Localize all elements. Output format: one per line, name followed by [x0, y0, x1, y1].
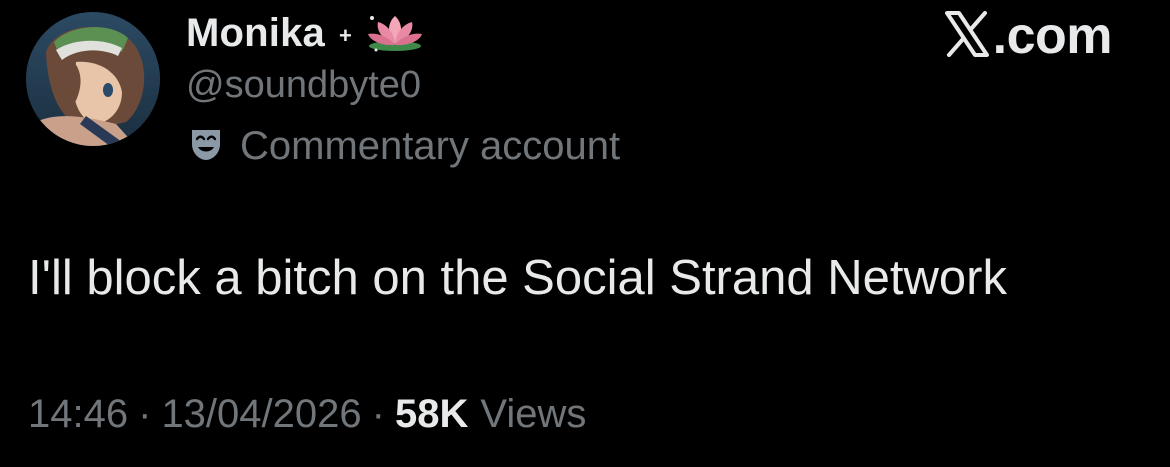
- avatar-image: [26, 12, 160, 146]
- views-label: Views: [480, 392, 587, 436]
- lotus-icon: [364, 12, 426, 57]
- account-label: Commentary account: [188, 124, 620, 169]
- tweet-meta: 14:46 · 13/04/2026 · 58K Views: [28, 392, 586, 437]
- tweet-text: I'll block a bitch on the Social Strand …: [28, 251, 1007, 305]
- author-name-row: Monika +: [186, 10, 426, 56]
- display-name[interactable]: Monika: [186, 11, 325, 56]
- tweet-date[interactable]: 13/04/2026: [161, 392, 361, 437]
- x-logo-icon: [944, 10, 989, 62]
- separator: ·: [371, 392, 385, 436]
- tweet-time[interactable]: 14:46: [28, 392, 128, 437]
- views-count[interactable]: 58K: [395, 392, 468, 437]
- user-handle[interactable]: @soundbyte0: [186, 64, 421, 107]
- brand-name: .com: [992, 7, 1113, 65]
- sparkle-icon: +: [339, 23, 352, 48]
- separator: ·: [138, 392, 152, 436]
- theater-mask-icon: [188, 126, 224, 167]
- avatar[interactable]: [26, 12, 160, 146]
- brand: .com: [944, 6, 1113, 66]
- account-label-text: Commentary account: [240, 124, 621, 168]
